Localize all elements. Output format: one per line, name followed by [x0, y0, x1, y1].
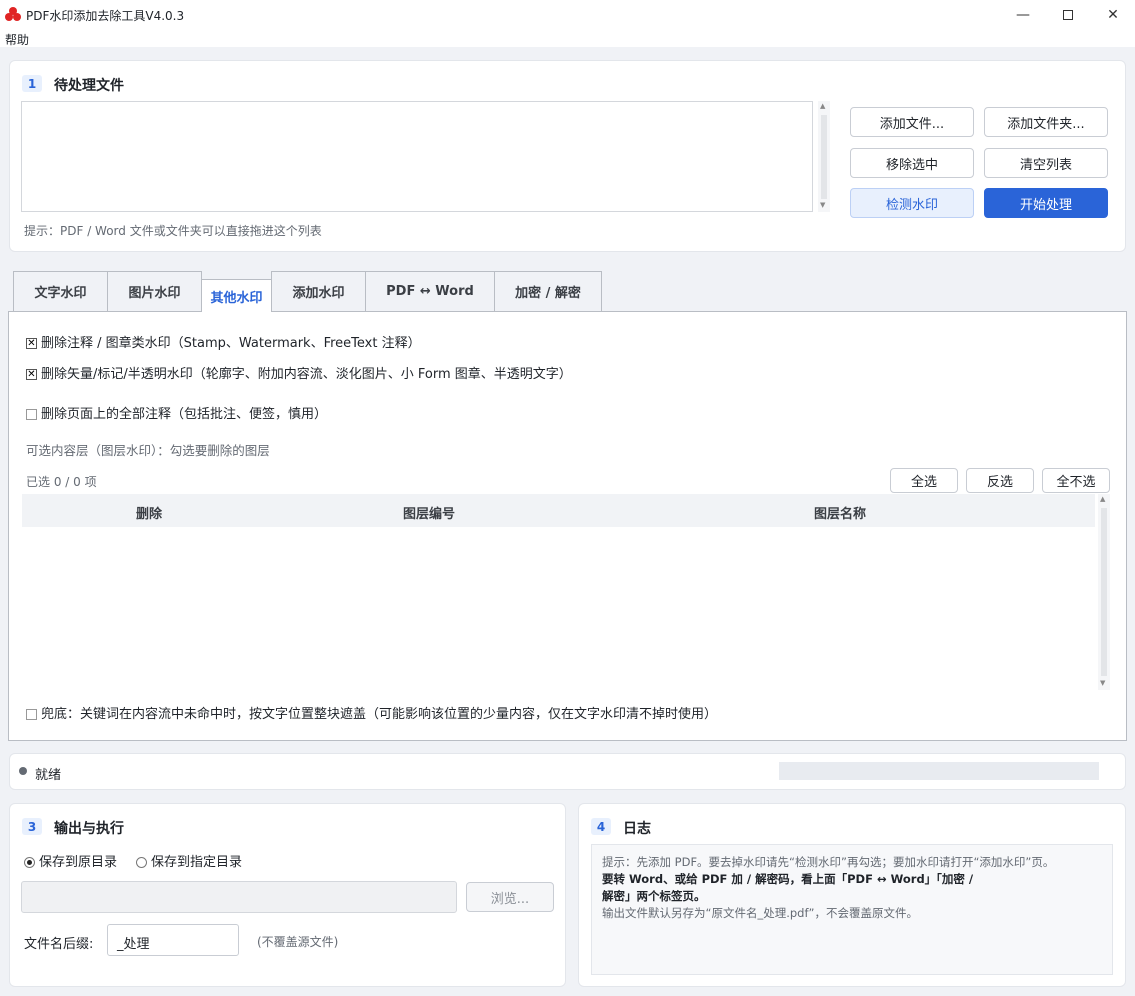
option-label: 删除矢量/标记/半透明水印（轮廓字、附加内容流、淡化图片、小 Form 图章、半…	[41, 367, 572, 382]
window-title: PDF水印添加去除工具V4.0.3	[26, 9, 185, 23]
status-dot-icon	[19, 767, 27, 775]
checkbox-checked-icon[interactable]: ✕	[26, 369, 37, 380]
column-delete[interactable]: 删除	[136, 503, 162, 522]
scroll-up-icon: ▲	[820, 102, 826, 110]
section-number: 4	[591, 818, 611, 835]
layer-hint: 可选内容层（图层水印）：勾选要删除的图层	[26, 443, 270, 458]
status-text: 就绪	[35, 768, 62, 783]
radio-selected-icon[interactable]	[24, 857, 35, 868]
minimize-button[interactable]: —	[1000, 0, 1046, 29]
file-list[interactable]	[21, 101, 813, 212]
log-area[interactable]: 提示：先添加 PDF。要去掉水印请先“检测水印”再勾选；要加水印请打开“添加水印…	[591, 844, 1113, 975]
log-title: 日志	[623, 821, 651, 837]
scroll-up-icon: ▲	[1100, 495, 1106, 503]
tab-other-watermark[interactable]: 其他水印	[201, 279, 272, 312]
radio-save-custom[interactable]: 保存到指定目录	[136, 851, 242, 870]
checkbox-checked-icon[interactable]: ✕	[26, 338, 37, 349]
section-number: 3	[22, 818, 42, 835]
tab-pdf-word[interactable]: PDF ↔ Word	[365, 271, 495, 311]
select-none-button[interactable]: 全不选	[1042, 468, 1110, 493]
add-file-button[interactable]: 添加文件...	[850, 107, 974, 137]
layer-table-header: 删除 图层编号 图层名称	[22, 494, 1095, 527]
output-title: 输出与执行	[54, 821, 124, 837]
section-number: 1	[22, 75, 42, 92]
menu-help[interactable]: 帮助	[5, 31, 29, 48]
app-logo-icon	[5, 7, 21, 21]
layer-table-scrollbar[interactable]: ▲ ▼	[1098, 494, 1110, 690]
option-vector-mark[interactable]: ✕ 删除矢量/标记/半透明水印（轮廓字、附加内容流、淡化图片、小 Form 图章、…	[26, 363, 572, 382]
clear-list-button[interactable]: 清空列表	[984, 148, 1108, 178]
start-button[interactable]: 开始处理	[984, 188, 1108, 218]
selected-count: 已选 0 / 0 项	[26, 475, 97, 489]
menu-bar: 帮助	[0, 29, 1135, 47]
add-folder-button[interactable]: 添加文件夹...	[984, 107, 1108, 137]
select-all-button[interactable]: 全选	[890, 468, 958, 493]
browse-button[interactable]: 浏览...	[466, 882, 554, 912]
radio-label: 保存到原目录	[39, 855, 118, 870]
tab-encrypt[interactable]: 加密 / 解密	[494, 271, 602, 311]
minimize-icon: —	[1016, 6, 1030, 23]
progress-bar	[779, 762, 1099, 780]
log-line: 提示：先添加 PDF。要去掉水印请先“检测水印”再勾选；要加水印请打开“添加水印…	[602, 855, 1055, 869]
files-hint: 提示：PDF / Word 文件或文件夹可以直接拖进这个列表	[24, 224, 322, 238]
option-label: 删除页面上的全部注释（包括批注、便签，慎用）	[41, 407, 328, 422]
file-list-scrollbar[interactable]: ▲ ▼	[818, 101, 830, 212]
close-icon: ✕	[1107, 6, 1119, 23]
log-line: 要转 Word、或给 PDF 加 / 解密码，看上面「PDF ↔ Word」「加…	[602, 872, 974, 886]
column-layer-id[interactable]: 图层编号	[403, 503, 455, 522]
remove-selected-button[interactable]: 移除选中	[850, 148, 974, 178]
option-delete-all-annotations[interactable]: 删除页面上的全部注释（包括批注、便签，慎用）	[26, 403, 327, 422]
checkbox-icon[interactable]	[26, 409, 37, 420]
scroll-thumb[interactable]	[821, 115, 827, 199]
scroll-down-icon: ▼	[820, 201, 826, 209]
layer-table-body	[22, 527, 1095, 690]
maximize-icon	[1063, 9, 1073, 20]
column-layer-name[interactable]: 图层名称	[814, 503, 866, 522]
radio-icon[interactable]	[136, 857, 147, 868]
tab-image-watermark[interactable]: 图片水印	[107, 271, 202, 311]
close-button[interactable]: ✕	[1090, 0, 1135, 29]
checkbox-icon[interactable]	[26, 709, 37, 720]
title-bar: PDF水印添加去除工具V4.0.3 — ✕	[0, 0, 1135, 29]
suffix-note: (不覆盖源文件)	[257, 935, 339, 949]
detect-watermark-button[interactable]: 检测水印	[850, 188, 974, 218]
option-fallback-cover[interactable]: 兜底：关键词在内容流中未命中时，按文字位置整块遮盖（可能影响该位置的少量内容，仅…	[26, 703, 717, 722]
scroll-down-icon: ▼	[1100, 679, 1106, 687]
radio-label: 保存到指定目录	[151, 855, 243, 870]
files-title: 待处理文件	[54, 78, 124, 94]
option-annotation-stamp[interactable]: ✕ 删除注释 / 图章类水印（Stamp、Watermark、FreeText 注…	[26, 332, 421, 351]
scroll-thumb[interactable]	[1101, 508, 1107, 676]
log-line: 解密」两个标签页。	[602, 889, 706, 903]
radio-save-original[interactable]: 保存到原目录	[24, 851, 117, 870]
option-label: 兜底：关键词在内容流中未命中时，按文字位置整块遮盖（可能影响该位置的少量内容，仅…	[41, 707, 718, 722]
maximize-button[interactable]	[1045, 0, 1091, 29]
option-label: 删除注释 / 图章类水印（Stamp、Watermark、FreeText 注释…	[41, 336, 421, 351]
tab-add-watermark[interactable]: 添加水印	[271, 271, 366, 311]
suffix-label: 文件名后缀:	[24, 937, 94, 952]
suffix-input[interactable]: _处理	[107, 924, 239, 956]
tab-text-watermark[interactable]: 文字水印	[13, 271, 108, 311]
log-line: 输出文件默认另存为“原文件名_处理.pdf”，不会覆盖原文件。	[602, 906, 918, 920]
invert-selection-button[interactable]: 反选	[966, 468, 1034, 493]
output-path-field[interactable]	[21, 881, 457, 913]
